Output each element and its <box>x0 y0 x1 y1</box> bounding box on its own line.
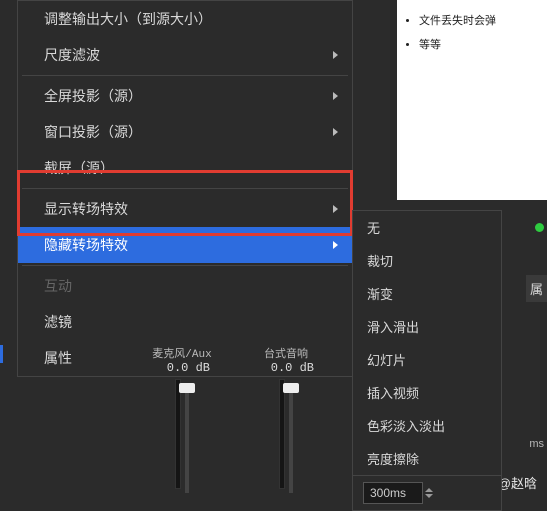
menu-hide-transition[interactable]: 隐藏转场特效 <box>18 227 352 263</box>
chevron-right-icon <box>333 241 338 249</box>
menu-filters[interactable]: 滤镜 <box>18 304 352 340</box>
channel-db: 0.0 dB <box>150 361 214 375</box>
chevron-right-icon <box>333 51 338 59</box>
vu-meter <box>175 379 181 489</box>
transition-luma-wipe[interactable]: 亮度擦除 <box>353 442 501 475</box>
transition-fade[interactable]: 渐变 <box>353 277 501 310</box>
author-handle: @赵晗 <box>498 473 537 492</box>
transition-cut[interactable]: 裁切 <box>353 244 501 277</box>
volume-slider[interactable] <box>289 383 293 493</box>
status-dot <box>535 223 544 232</box>
transition-slideshow[interactable]: 幻灯片 <box>353 343 501 376</box>
menu-interact: 互动 <box>18 268 352 304</box>
channel-label: 麦克风/Aux <box>150 345 214 361</box>
doc-item: 文件丢失时会弹 <box>419 12 539 28</box>
menu-fullscreen-projector[interactable]: 全屏投影（源） <box>18 78 352 114</box>
channel-db: 0.0 dB <box>254 361 318 375</box>
side-panel-label: 属 <box>526 275 547 302</box>
menu-separator <box>22 75 348 76</box>
transition-insert-video[interactable]: 插入视频 <box>353 376 501 409</box>
menu-resize-output[interactable]: 调整输出大小（到源大小） <box>18 1 352 37</box>
chevron-right-icon <box>333 128 338 136</box>
menu-window-projector[interactable]: 窗口投影（源） <box>18 114 352 150</box>
audio-mixer: 麦克风/Aux 0.0 dB 台式音响 0.0 dB <box>150 345 318 497</box>
menu-scale-filter[interactable]: 尺度滤波 <box>18 37 352 73</box>
transition-submenu: 无 裁切 渐变 滑入滑出 幻灯片 插入视频 色彩淡入淡出 亮度擦除 <box>352 210 502 511</box>
duration-spinner[interactable] <box>425 488 433 498</box>
selection-indicator <box>0 345 3 363</box>
transition-color-fade[interactable]: 色彩淡入淡出 <box>353 409 501 442</box>
menu-screenshot[interactable]: 截屏（源） <box>18 150 352 186</box>
chevron-right-icon <box>333 205 338 213</box>
chevron-right-icon <box>333 92 338 100</box>
slider-thumb[interactable] <box>179 383 195 393</box>
duration-input[interactable] <box>363 482 423 504</box>
channel-label: 台式音响 <box>254 345 318 361</box>
slider-thumb[interactable] <box>283 383 299 393</box>
menu-separator <box>22 188 348 189</box>
transition-none[interactable]: 无 <box>353 211 501 244</box>
menu-separator <box>22 265 348 266</box>
vu-meter <box>279 379 285 489</box>
mixer-channel-desktop: 台式音响 0.0 dB <box>254 345 318 497</box>
document-panel: 文件丢失时会弹 等等 <box>397 0 547 200</box>
menu-show-transition[interactable]: 显示转场特效 <box>18 191 352 227</box>
mixer-channel-mic: 麦克风/Aux 0.0 dB <box>150 345 214 497</box>
volume-slider[interactable] <box>185 383 189 493</box>
doc-item: 等等 <box>419 36 539 52</box>
context-menu: 调整输出大小（到源大小） 尺度滤波 全屏投影（源） 窗口投影（源） 截屏（源） … <box>17 0 353 377</box>
ms-unit-label: ms <box>529 438 544 450</box>
transition-duration-row <box>353 475 501 510</box>
transition-slide[interactable]: 滑入滑出 <box>353 310 501 343</box>
